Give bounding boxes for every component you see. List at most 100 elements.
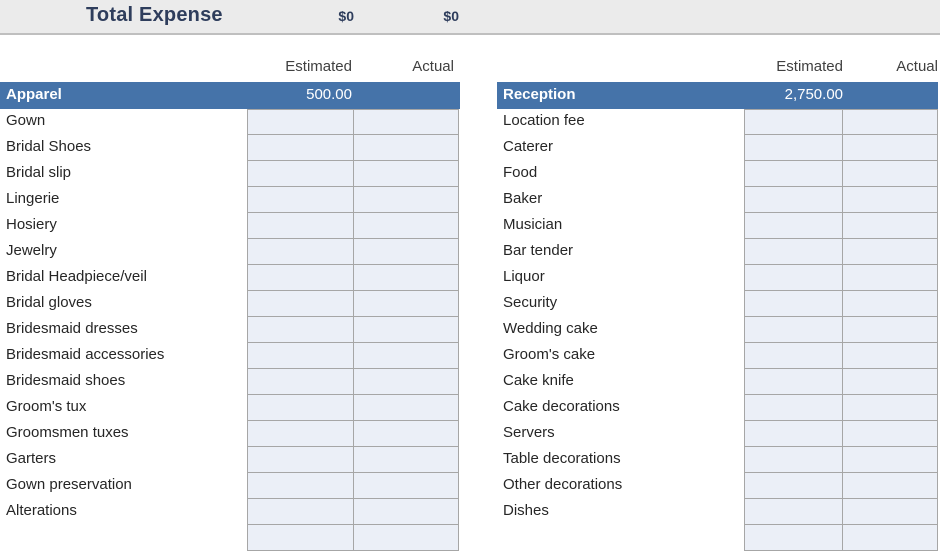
cell-estimated[interactable] — [744, 499, 843, 525]
cell-actual[interactable] — [354, 161, 459, 187]
table-row: Dishes — [497, 499, 938, 525]
row-list-reception: Location fee Caterer Food Baker Musician — [497, 109, 938, 551]
cell-estimated[interactable] — [744, 369, 843, 395]
cell-estimated[interactable] — [744, 395, 843, 421]
cell-actual[interactable] — [843, 109, 938, 135]
section-table-apparel: Estimated Actual Apparel 500.00 Gown Bri… — [0, 55, 460, 551]
cell-actual[interactable] — [843, 499, 938, 525]
section-title-reception: Reception — [503, 86, 576, 103]
cell-estimated[interactable] — [247, 135, 354, 161]
cell-actual[interactable] — [843, 291, 938, 317]
row-label: Groomsmen tuxes — [6, 424, 129, 441]
cell-actual[interactable] — [843, 343, 938, 369]
cell-actual[interactable] — [843, 421, 938, 447]
cell-actual[interactable] — [354, 291, 459, 317]
table-row: Cake decorations — [497, 395, 938, 421]
cell-actual[interactable] — [354, 525, 459, 551]
row-label: Bridesmaid shoes — [6, 372, 126, 389]
cell-estimated[interactable] — [247, 473, 354, 499]
cell-estimated[interactable] — [744, 317, 843, 343]
cell-actual[interactable] — [843, 161, 938, 187]
cell-actual[interactable] — [354, 265, 459, 291]
cell-estimated[interactable] — [744, 421, 843, 447]
table-row: Alterations — [0, 499, 460, 525]
table-row: Security — [497, 291, 938, 317]
row-label: Bridal Shoes — [6, 138, 92, 155]
cell-estimated[interactable] — [744, 187, 843, 213]
cell-estimated[interactable] — [744, 109, 843, 135]
cell-actual[interactable] — [354, 395, 459, 421]
budget-worksheet: Total Expense $0 $0 Estimated Actual App… — [0, 0, 940, 551]
cell-actual[interactable] — [354, 343, 459, 369]
cell-estimated[interactable] — [744, 161, 843, 187]
cell-actual[interactable] — [843, 187, 938, 213]
row-label: Liquor — [503, 268, 545, 285]
cell-estimated[interactable] — [744, 239, 843, 265]
cell-actual[interactable] — [843, 239, 938, 265]
cell-estimated[interactable] — [744, 473, 843, 499]
table-row: Bridal Headpiece/veil — [0, 265, 460, 291]
cell-actual[interactable] — [843, 135, 938, 161]
cell-actual[interactable] — [354, 447, 459, 473]
row-label: Cake decorations — [503, 398, 620, 415]
cell-estimated[interactable] — [744, 343, 843, 369]
cell-actual[interactable] — [354, 135, 459, 161]
table-row: Location fee — [497, 109, 938, 135]
cell-estimated[interactable] — [247, 447, 354, 473]
cell-actual[interactable] — [843, 317, 938, 343]
cell-estimated[interactable] — [247, 395, 354, 421]
cell-estimated[interactable] — [744, 135, 843, 161]
cell-estimated[interactable] — [744, 291, 843, 317]
table-row: Cake knife — [497, 369, 938, 395]
cell-estimated[interactable] — [247, 291, 354, 317]
cell-actual[interactable] — [843, 473, 938, 499]
section-title-apparel: Apparel — [6, 86, 62, 103]
cell-estimated[interactable] — [247, 369, 354, 395]
cell-estimated[interactable] — [744, 447, 843, 473]
column-header-actual: Actual — [412, 58, 454, 75]
row-label: Lingerie — [6, 190, 60, 207]
cell-actual[interactable] — [354, 213, 459, 239]
table-row: Other decorations — [497, 473, 938, 499]
cell-estimated[interactable] — [247, 343, 354, 369]
cell-actual[interactable] — [354, 369, 459, 395]
cell-actual[interactable] — [843, 525, 938, 551]
cell-actual[interactable] — [354, 317, 459, 343]
cell-estimated[interactable] — [744, 213, 843, 239]
table-row: Bridal gloves — [0, 291, 460, 317]
table-row: Servers — [497, 421, 938, 447]
cell-actual[interactable] — [354, 109, 459, 135]
table-row: Bar tender — [497, 239, 938, 265]
cell-estimated[interactable] — [247, 265, 354, 291]
table-row: Table decorations — [497, 447, 938, 473]
cell-estimated[interactable] — [247, 525, 354, 551]
table-row: Garters — [0, 447, 460, 473]
cell-actual[interactable] — [354, 187, 459, 213]
cell-estimated[interactable] — [744, 525, 843, 551]
cell-estimated[interactable] — [247, 187, 354, 213]
cell-estimated[interactable] — [247, 213, 354, 239]
cell-estimated[interactable] — [247, 109, 354, 135]
cell-estimated[interactable] — [247, 239, 354, 265]
cell-actual[interactable] — [843, 213, 938, 239]
total-expense-bar: Total Expense $0 $0 — [0, 0, 940, 35]
cell-actual[interactable] — [843, 447, 938, 473]
cell-estimated[interactable] — [247, 421, 354, 447]
cell-actual[interactable] — [843, 369, 938, 395]
cell-actual[interactable] — [843, 265, 938, 291]
section-table-reception: Estimated Actual Reception 2,750.00 Loca… — [497, 55, 938, 551]
table-row: Groom's tux — [0, 395, 460, 421]
cell-actual[interactable] — [354, 239, 459, 265]
page-title: Total Expense — [86, 4, 223, 26]
cell-actual[interactable] — [354, 473, 459, 499]
cell-actual[interactable] — [354, 421, 459, 447]
row-label: Gown preservation — [6, 476, 132, 493]
cell-estimated[interactable] — [247, 499, 354, 525]
section-header-apparel[interactable]: Apparel 500.00 — [0, 82, 460, 109]
cell-estimated[interactable] — [744, 265, 843, 291]
cell-actual[interactable] — [354, 499, 459, 525]
cell-estimated[interactable] — [247, 161, 354, 187]
cell-estimated[interactable] — [247, 317, 354, 343]
cell-actual[interactable] — [843, 395, 938, 421]
section-header-reception[interactable]: Reception 2,750.00 — [497, 82, 938, 109]
